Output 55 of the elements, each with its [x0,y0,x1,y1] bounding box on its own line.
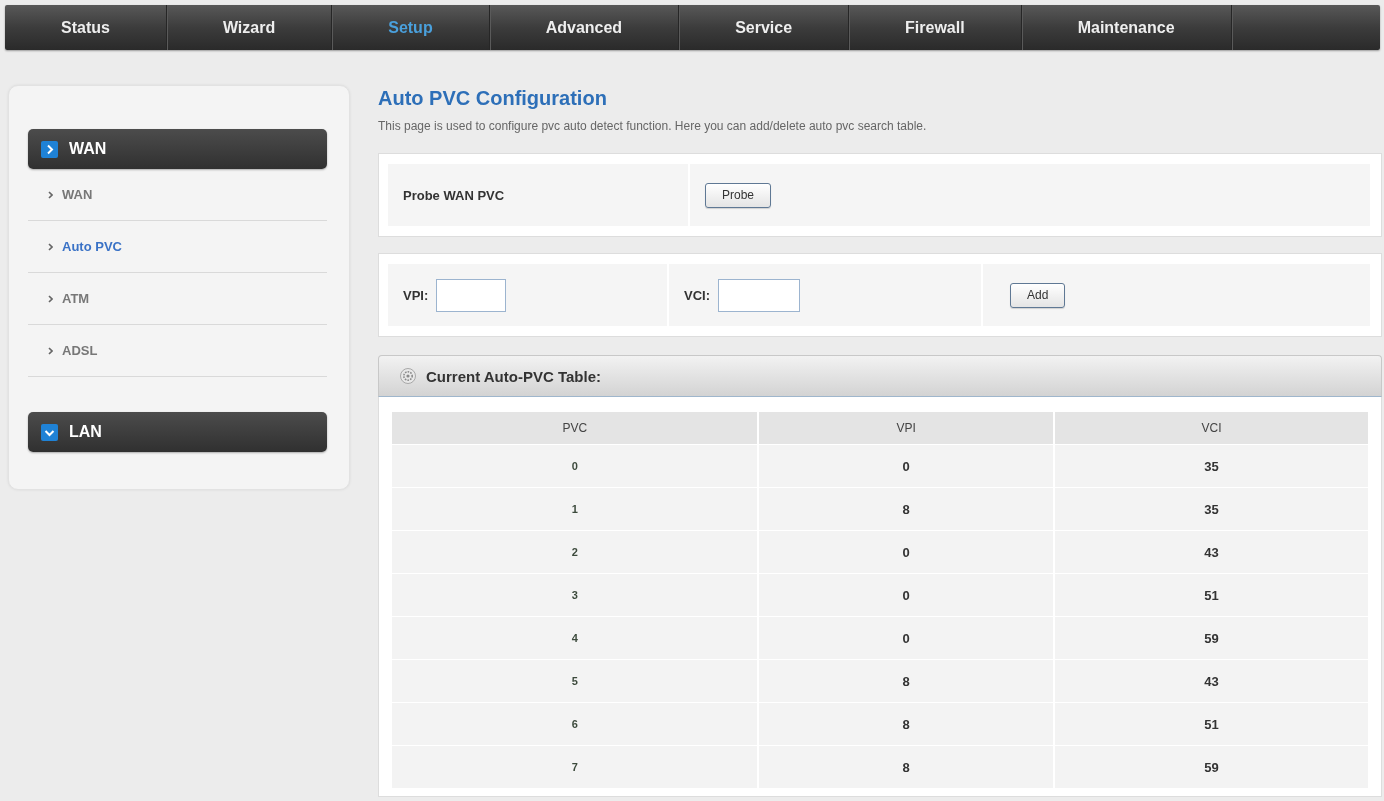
sidebar-item[interactable]: WAN [28,169,327,221]
table-cell: 8 [759,487,1053,530]
table-cell: 0 [392,444,758,487]
table-cell: 59 [1055,745,1368,788]
table-cell: 51 [1055,702,1368,745]
table-header-cell: VCI [1055,412,1368,444]
table-cell: 43 [1055,530,1368,573]
sidebar-item[interactable]: ADSL [28,325,327,377]
nav-tab[interactable]: Status [5,5,167,50]
table-cell: 3 [392,573,758,616]
sidebar-item[interactable]: Auto PVC [28,221,327,273]
table-cell: 35 [1055,487,1368,530]
field-label: VCI: [684,287,710,303]
table-cell: 6 [392,702,758,745]
table-cell: 2 [392,530,758,573]
table-cell: 1 [392,487,758,530]
table-cell: 0 [759,444,1053,487]
table-cell: 51 [1055,573,1368,616]
table-cell: 0 [759,616,1053,659]
field-label: VPI: [403,287,429,303]
nav-tab[interactable]: Firewall [849,5,1022,50]
table-header-cell: PVC [392,412,758,444]
sidebar-group-header[interactable]: LAN [28,412,327,452]
field-label: Probe WAN PVC [403,187,505,203]
sidebar-item[interactable]: ATM [28,273,327,325]
chevron-right-icon [48,294,53,303]
chevron-right-icon [48,346,53,355]
page-description: This page is used to configure pvc auto detect function. Here you can add/delete auto pvc search table. [378,118,928,134]
gear-icon [400,368,416,384]
table-cell: 5 [392,659,758,702]
nav-tab[interactable]: Maintenance [1021,5,1232,50]
table-header-cell: VPI [759,412,1053,444]
chevron-right-icon [48,242,53,251]
nav-tab[interactable]: Service [679,5,850,50]
table-cell: 0 [759,530,1053,573]
panel-title: Current Auto-PVC Table: [426,367,601,385]
page-title: Auto PVC Configuration [378,86,608,110]
sidebar-group-header[interactable]: WAN [28,129,327,169]
table-cell: 35 [1055,444,1368,487]
table-cell: 4 [392,616,758,659]
nav-tab[interactable]: Advanced [489,5,680,50]
nav-tab[interactable]: Setup [332,5,490,50]
nav-tab[interactable]: Wizard [166,5,333,50]
table-cell: 59 [1055,616,1368,659]
chevron-right-icon [48,190,53,199]
vci-input-field[interactable] [718,278,800,312]
table-cell: 7 [392,745,758,788]
table-cell: 0 [759,573,1053,616]
table-cell: 8 [759,659,1053,702]
table-cell: 8 [759,745,1053,788]
table-cell: 8 [759,702,1053,745]
table-cell: 43 [1055,659,1368,702]
add-button[interactable]: Add [1010,282,1066,308]
vpi-input-field[interactable] [436,278,507,312]
probe-button[interactable]: Probe [705,182,772,208]
